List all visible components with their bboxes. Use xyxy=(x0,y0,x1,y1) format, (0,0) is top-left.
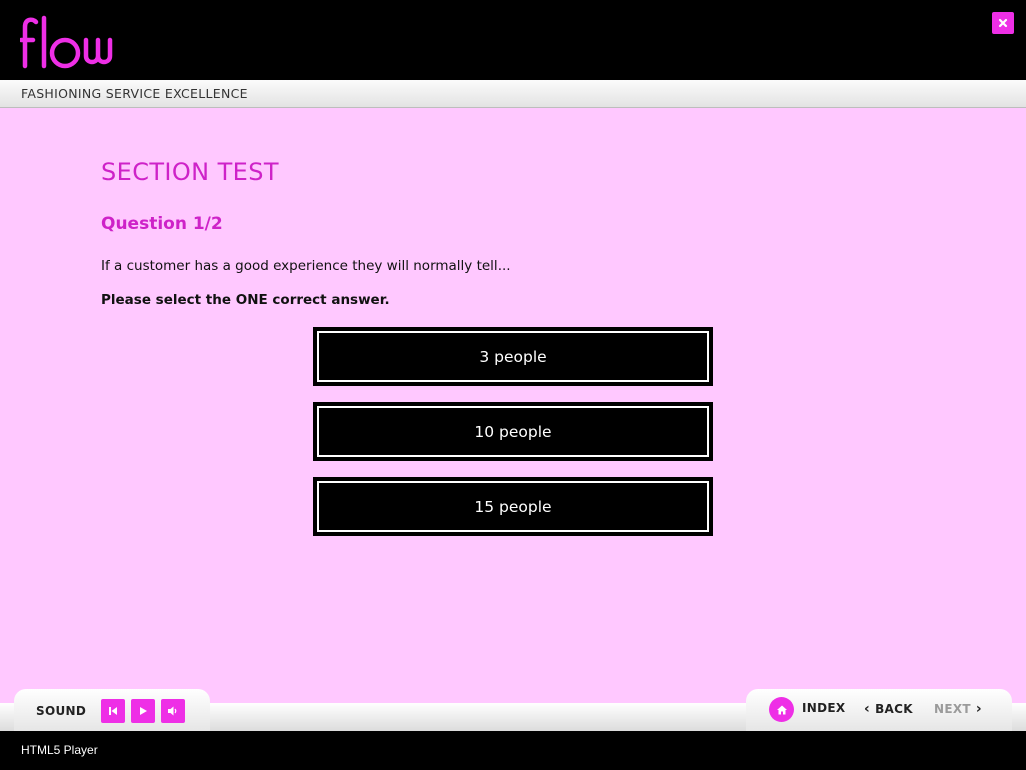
index-home-button[interactable] xyxy=(769,697,794,722)
answer-option-1[interactable]: 3 people xyxy=(313,327,713,386)
close-icon xyxy=(998,18,1008,28)
next-button[interactable]: NEXT › xyxy=(934,701,982,717)
player-footer: HTML5 Player xyxy=(0,731,1026,770)
rewind-icon xyxy=(109,707,117,715)
play-icon xyxy=(140,707,147,715)
answer-option-3[interactable]: 15 people xyxy=(313,477,713,536)
index-link[interactable]: INDEX xyxy=(802,701,845,715)
next-label: NEXT xyxy=(934,702,971,716)
play-button[interactable] xyxy=(131,699,155,723)
chevron-left-icon: ‹ xyxy=(864,701,871,717)
home-icon xyxy=(776,705,787,714)
tagline: FASHIONING SERVICE EXCELLENCE xyxy=(21,86,248,101)
index-label: INDEX xyxy=(802,701,846,715)
section-title: SECTION TEST xyxy=(101,158,279,186)
footer-text: HTML5 Player xyxy=(21,743,98,757)
back-label: BACK xyxy=(875,702,913,716)
tagline-bar: FASHIONING SERVICE EXCELLENCE xyxy=(0,80,1026,108)
answer-option-2[interactable]: 10 people xyxy=(313,402,713,461)
sound-label: SOUND xyxy=(36,704,87,718)
volume-button[interactable] xyxy=(161,699,185,723)
question-text: If a customer has a good experience they… xyxy=(101,258,511,274)
close-button[interactable] xyxy=(992,12,1014,34)
back-button[interactable]: ‹ BACK xyxy=(864,701,913,717)
rewind-button[interactable] xyxy=(101,699,125,723)
answer-label: 10 people xyxy=(317,406,709,457)
chevron-right-icon: › xyxy=(975,701,982,717)
speaker-icon xyxy=(168,706,177,716)
question-number: Question 1/2 xyxy=(101,214,223,234)
app-header xyxy=(0,0,1026,80)
flow-logo xyxy=(20,15,113,69)
content-area: SECTION TEST Question 1/2 If a customer … xyxy=(0,108,1026,703)
answer-label: 15 people xyxy=(317,481,709,532)
answer-instruction: Please select the ONE correct answer. xyxy=(101,292,390,308)
answer-label: 3 people xyxy=(317,331,709,382)
